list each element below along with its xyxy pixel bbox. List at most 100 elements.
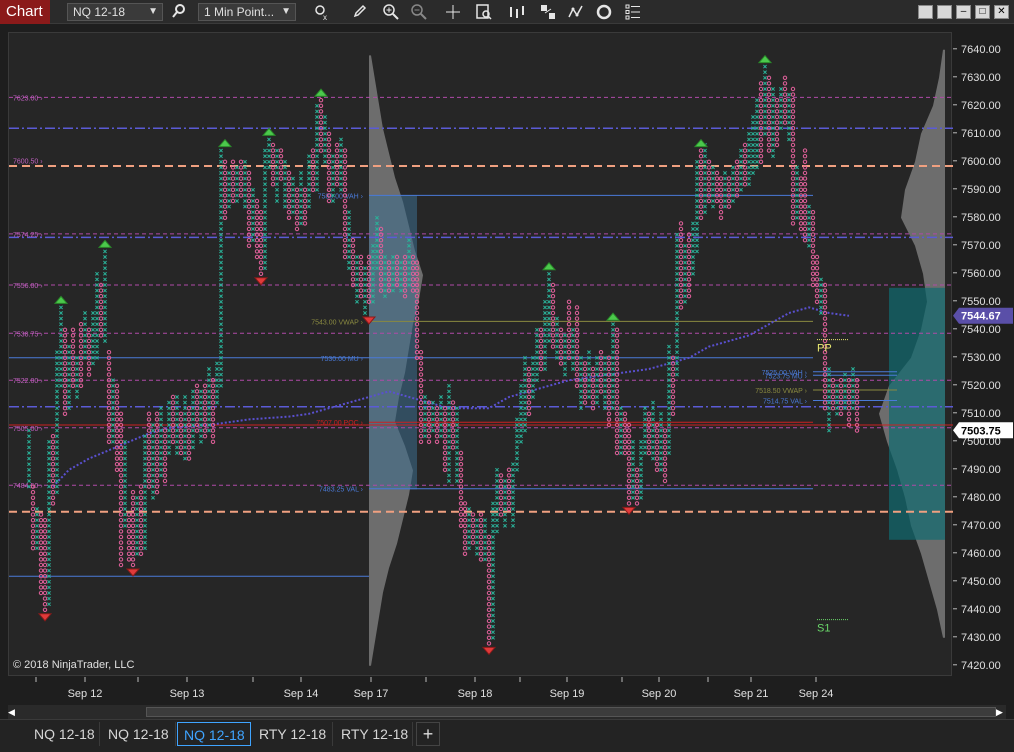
pnf-column — [186, 406, 192, 461]
scrollbar-thumb[interactable] — [146, 707, 996, 717]
tab-rty-2[interactable]: RTY 12-18 — [335, 722, 413, 746]
pnf-x-box — [611, 389, 615, 394]
pnf-o-box — [154, 490, 160, 495]
search-icon[interactable] — [170, 3, 188, 21]
pnf-x-box — [207, 383, 211, 388]
pnf-x-box — [143, 518, 147, 523]
pnf-o-box — [254, 238, 260, 243]
horizontal-scrollbar[interactable]: ◀ ▶ — [8, 705, 1006, 719]
zoom-in-icon[interactable] — [382, 3, 400, 21]
data-box-icon[interactable] — [475, 3, 493, 21]
pnf-o-box — [654, 434, 660, 439]
pnf-o-box — [130, 512, 136, 517]
pnf-x-box — [739, 159, 743, 164]
pnf-o-box — [310, 159, 316, 165]
pnf-x-box — [215, 383, 219, 388]
pnf-x-box — [35, 512, 39, 517]
minimize-icon[interactable]: – — [956, 5, 971, 19]
pnf-o-box — [118, 534, 124, 540]
pnf-x-box — [723, 199, 727, 203]
pnf-o-box — [726, 176, 732, 181]
instrument-selector[interactable]: NQ 12-18 ▼ — [67, 3, 163, 21]
pnf-x-box — [355, 288, 359, 293]
tab-rty-1[interactable]: RTY 12-18 — [253, 722, 333, 746]
add-tab-icon[interactable]: + — [416, 722, 440, 746]
pnf-o-box — [38, 512, 44, 517]
pnf-o-box — [790, 182, 796, 187]
scroll-right-icon[interactable]: ▶ — [996, 707, 1006, 717]
pnf-column — [358, 254, 364, 299]
pnf-x-box — [331, 165, 335, 170]
pnf-o-box — [838, 400, 844, 405]
pnf-o-box — [418, 383, 424, 388]
pnf-o-box — [506, 473, 512, 478]
pnf-x-box — [315, 165, 319, 170]
pnf-o-box — [798, 226, 804, 232]
tile-alt-icon[interactable] — [937, 5, 952, 19]
tab-nq-1[interactable]: NQ 12-18 — [28, 722, 100, 746]
tab-nq-active[interactable]: NQ 12-18 — [177, 722, 251, 746]
pnf-o-box — [442, 445, 448, 450]
drawing-tools-icon[interactable] — [539, 3, 557, 21]
pnf-x-box — [95, 327, 99, 332]
chart-plot-area[interactable]: 7588.00 VAH › 7543.00 VWAP › 7530.00 MU › 7… — [8, 32, 953, 677]
pnf-o-box — [286, 170, 292, 176]
pnf-o-box — [526, 400, 532, 405]
pnf-x-box — [355, 277, 359, 282]
maximize-icon[interactable]: □ — [975, 5, 990, 19]
pnf-o-box — [178, 439, 184, 444]
pnf-o-box — [30, 490, 36, 495]
pnf-o-box — [78, 338, 84, 344]
crosshair-icon[interactable]: x — [313, 3, 331, 22]
pnf-o-box — [86, 344, 92, 349]
pnf-x-box — [143, 523, 147, 528]
pnf-x-box — [579, 395, 583, 399]
pnf-column — [326, 131, 332, 204]
chart-canvas[interactable]: 7588.00 VAH ›7543.00 VWAP ›7530.00 MU ›7… — [9, 33, 953, 677]
pnf-o-box — [670, 383, 676, 388]
pnf-x-box — [167, 451, 171, 455]
pnf-x-box — [263, 238, 267, 243]
pnf-o-box — [126, 523, 132, 528]
tile-icon[interactable] — [918, 5, 933, 19]
pnf-x-box — [543, 311, 547, 315]
pnf-x-box — [47, 591, 51, 595]
bar-type-icon[interactable] — [508, 3, 526, 21]
crosshair-plus-icon[interactable] — [444, 3, 462, 21]
pnf-o-box — [70, 344, 76, 349]
pnf-o-box — [782, 103, 788, 109]
refresh-icon[interactable] — [595, 3, 613, 21]
scroll-left-icon[interactable]: ◀ — [8, 707, 18, 717]
pnf-x-box — [47, 512, 51, 517]
pnf-x-box — [543, 327, 547, 332]
pnf-column — [106, 350, 112, 444]
pnf-o-box — [222, 210, 228, 215]
pnf-o-box — [486, 624, 492, 629]
pnf-column — [854, 378, 860, 433]
pnf-x-box — [27, 445, 31, 450]
zoom-out-icon[interactable] — [410, 3, 428, 21]
close-icon[interactable]: ✕ — [994, 5, 1009, 19]
pnf-x-box — [363, 305, 367, 310]
pnf-x-box — [695, 238, 699, 243]
pnf-x-box — [787, 103, 791, 108]
price-axis[interactable]: 7640.00 7630.00 7620.00 7610.00 7600.00 7590.… — [953, 32, 1014, 676]
pnf-o-box — [790, 109, 796, 114]
pnf-o-box — [626, 467, 632, 472]
interval-selector[interactable]: 1 Min Point... ▼ — [198, 3, 296, 21]
pencil-icon[interactable] — [351, 3, 369, 21]
pnf-column — [718, 176, 724, 221]
tab-nq-2[interactable]: NQ 12-18 — [102, 722, 176, 746]
pnf-x-box — [263, 249, 267, 254]
pnf-x-box — [219, 316, 223, 321]
time-axis[interactable]: Sep 12 Sep 13 Sep 14 Sep 17 Sep 18 Sep 19 Sep … — [8, 677, 952, 703]
indicators-icon[interactable] — [567, 3, 585, 21]
pnf-x-box — [227, 176, 231, 181]
pnf-o-box — [662, 428, 668, 433]
properties-icon[interactable] — [624, 3, 642, 21]
pnf-o-box — [718, 204, 724, 209]
pnf-o-box — [810, 215, 816, 221]
pnf-x-box — [363, 277, 367, 282]
pnf-x-box — [267, 154, 271, 159]
pnf-o-box — [626, 439, 632, 444]
